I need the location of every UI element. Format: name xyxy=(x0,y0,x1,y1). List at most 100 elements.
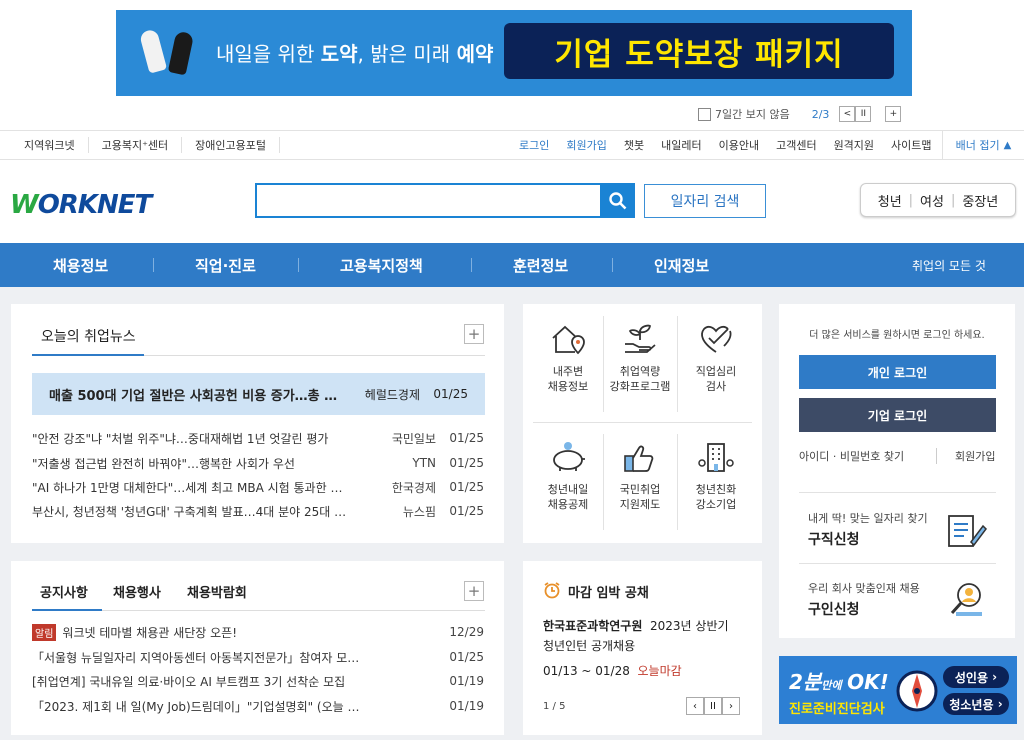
util-link-login[interactable]: 로그인 xyxy=(519,137,566,153)
company-login-button[interactable]: 기업 로그인 xyxy=(799,398,996,432)
notice-item[interactable]: 「2023. 제1회 내 일(My Job)드림데이」"기업설명회" (오늘 …… xyxy=(32,694,484,718)
segment-women[interactable]: 여성 xyxy=(913,191,951,210)
banner-package-title: 기업 도약보장 패키지 xyxy=(504,23,894,79)
ad-headline: 2분만에 OK! xyxy=(789,670,889,694)
segment-youth[interactable]: 청년 xyxy=(871,191,909,210)
youth-test-button[interactable]: 청소년용 › xyxy=(943,693,1009,715)
service-psych-test[interactable]: 직업심리 검사 xyxy=(680,322,752,394)
banner-fold-button[interactable]: 배너 접기 ▲ xyxy=(942,131,1024,159)
nav-item-all-about-jobs[interactable]: 취업의 모든 것 xyxy=(912,243,986,287)
util-link-sitemap[interactable]: 사이트맵 xyxy=(891,137,946,153)
deadline-controls: ‹ II › xyxy=(686,697,740,715)
alert-badge: 알림 xyxy=(32,623,57,641)
audience-segments: 청년 | 여성 | 중장년 xyxy=(860,183,1016,217)
building-icon xyxy=(698,443,734,472)
util-link-disabled-portal[interactable]: 장애인고용포털 xyxy=(182,137,280,153)
deadline-job[interactable]: 한국표준과학연구원 2023년 상반기 청년인턴 공개채용 xyxy=(543,616,748,656)
news-headline-source: 헤럴드경제 xyxy=(364,387,420,402)
util-link-remote[interactable]: 원격지원 xyxy=(834,137,891,153)
news-item[interactable]: "안전 강조"냐 "처벌 위주"냐…중대재해법 1년 엇갈린 평가 국민일보 01/… xyxy=(32,426,484,450)
main-nav: 채용정보 직업·진로 고용복지정책 훈련정보 인재정보 취업의 모든 것 xyxy=(0,243,1024,287)
news-item[interactable]: "AI 하나가 1만명 대체한다"…세계 최고 MBA 시험 통과한 … 한국경제… xyxy=(32,475,484,499)
notice-item[interactable]: 「서울형 뉴딜일자리 지역아동센터 아동복지전문가」참여자 모… 01/25 xyxy=(32,645,484,669)
compass-icon xyxy=(896,670,938,712)
util-left-links: 지역워크넷 고용복지⁺센터 장애인고용포털 xyxy=(0,131,280,159)
banner-pause-button[interactable]: II xyxy=(855,106,872,122)
person-figure-icon xyxy=(167,30,195,76)
banner-slogan: 내일을 위한 도약, 밝은 미래 예약 xyxy=(216,42,494,66)
adult-test-button[interactable]: 성인용 › xyxy=(943,666,1009,688)
util-right-links: 로그인 회원가입 챗봇 내일레터 이용안내 고객센터 원격지원 사이트맵 xyxy=(519,131,947,159)
news-title: 오늘의 취업뉴스 xyxy=(41,329,136,345)
news-item[interactable]: "저출생 접근법 완전히 바꿔야"…행복한 사회가 우선 YTN 01/25 xyxy=(32,451,484,475)
pause-icon[interactable]: II xyxy=(704,697,722,715)
util-link-join[interactable]: 회원가입 xyxy=(566,137,623,153)
util-link-letter[interactable]: 내일레터 xyxy=(661,137,718,153)
banner-next-button[interactable]: + xyxy=(885,106,902,122)
news-headline[interactable]: 매출 500대 기업 절반은 사회공헌 비용 증가…총 … 헤럴드경제 01/2… xyxy=(32,373,485,415)
util-link-local-worknet[interactable]: 지역워크넷 xyxy=(0,137,89,153)
deadline-period: 01/13 ~ 01/28 오늘마감 xyxy=(543,664,682,678)
sprout-hand-icon xyxy=(625,324,656,353)
search-input[interactable] xyxy=(255,183,635,218)
resume-pen-icon xyxy=(948,515,987,547)
notice-item[interactable]: [취업연계] 국내유일 의료·바이오 AI 부트캠프 3기 선착순 모집 01/1… xyxy=(32,669,484,693)
career-test-ad[interactable]: 2분만에 OK! 진로준비진단검사 성인용 › 청소년용 › xyxy=(779,656,1017,724)
hide-7days-checkbox[interactable] xyxy=(698,107,711,121)
ad-subtitle: 진로준비진단검사 xyxy=(789,702,885,717)
find-id-password-link[interactable]: 아이디 · 비밀번호 찾기 xyxy=(799,448,904,464)
banner-page-indicator: 2/3 xyxy=(811,107,830,121)
deadline-title: 마감 임박 공채 xyxy=(568,586,649,601)
person-figure-icon xyxy=(138,28,168,74)
alarm-clock-icon xyxy=(544,582,560,599)
personal-login-button[interactable]: 개인 로그인 xyxy=(799,355,996,389)
util-link-chatbot[interactable]: 챗봇 xyxy=(624,137,661,153)
service-competency-program[interactable]: 취업역량 강화프로그램 xyxy=(604,322,676,394)
service-national-employment[interactable]: 국민취업 지원제도 xyxy=(604,440,676,512)
service-youth-savings[interactable]: 청년내일 채용공제 xyxy=(532,440,604,512)
deadline-status: 오늘마감 xyxy=(637,664,682,678)
service-nearby-jobs[interactable]: 내주변 채용정보 xyxy=(532,322,604,394)
notice-item[interactable]: 알림 워크넷 테마별 채용관 새단장 오픈! 12/29 xyxy=(32,620,484,644)
notice-more-button[interactable]: + xyxy=(464,581,484,601)
util-link-guide[interactable]: 이용안내 xyxy=(719,137,776,153)
piggy-bank-icon xyxy=(553,442,585,471)
deadline-page-indicator: 1 / 5 xyxy=(543,701,566,712)
util-link-employment-welfare[interactable]: 고용복지⁺센터 xyxy=(89,137,183,153)
segment-middle-aged[interactable]: 중장년 xyxy=(955,191,1005,210)
promo-banner[interactable]: 내일을 위한 도약, 밝은 미래 예약 기업 도약보장 패키지 xyxy=(116,10,912,96)
news-item[interactable]: 부산시, 청년정책 '청년G대' 구축계획 발표…4대 분야 25대 … 뉴스핌 0… xyxy=(32,499,484,523)
nav-item-career[interactable]: 직업·진로 xyxy=(195,243,256,287)
util-link-support[interactable]: 고객센터 xyxy=(776,137,833,153)
tab-job-fair[interactable]: 채용박람회 xyxy=(187,582,247,601)
utility-bar: 지역워크넷 고용복지⁺센터 장애인고용포털 로그인 회원가입 챗봇 내일레터 이… xyxy=(0,130,1024,160)
chevron-right-icon[interactable]: › xyxy=(722,697,740,715)
banner-fold-label: 배너 접기 xyxy=(955,139,1000,152)
banner-controls: 7일간 보지 않음 2/3 < II + xyxy=(698,104,902,124)
join-link[interactable]: 회원가입 xyxy=(936,448,995,464)
news-headline-date: 01/25 xyxy=(433,387,468,401)
nav-item-talent[interactable]: 인재정보 xyxy=(654,243,709,287)
tab-notice[interactable]: 공지사항 xyxy=(40,582,88,601)
thumbs-up-icon xyxy=(624,445,654,472)
nav-item-training[interactable]: 훈련정보 xyxy=(513,243,568,287)
job-search-button[interactable]: 일자리 검색 xyxy=(644,184,766,218)
search-button[interactable] xyxy=(600,183,635,218)
news-headline-text: 매출 500대 기업 절반은 사회공헌 비용 증가…총 … xyxy=(49,388,338,404)
plus-icon: + xyxy=(467,325,481,343)
hide-7days-label: 7일간 보지 않음 xyxy=(715,108,790,121)
news-more-button[interactable]: + xyxy=(464,324,484,344)
plus-icon: + xyxy=(467,582,481,600)
login-message: 더 많은 서비스를 원하시면 로그인 하세요. xyxy=(809,330,985,341)
banner-prev-button[interactable]: < xyxy=(839,106,856,122)
talent-search-icon xyxy=(950,583,982,616)
chevron-left-icon[interactable]: ‹ xyxy=(686,697,704,715)
worknet-logo[interactable]: WORKNET xyxy=(10,190,152,220)
chevron-up-icon: ▲ xyxy=(1003,139,1012,151)
tab-hiring-events[interactable]: 채용행사 xyxy=(113,582,161,601)
house-location-icon xyxy=(552,325,585,355)
nav-item-jobs[interactable]: 채용정보 xyxy=(53,243,108,287)
heart-check-icon xyxy=(701,325,732,353)
service-youth-friendly-company[interactable]: 청년친화 강소기업 xyxy=(680,440,752,512)
nav-item-welfare-policy[interactable]: 고용복지정책 xyxy=(340,243,423,287)
